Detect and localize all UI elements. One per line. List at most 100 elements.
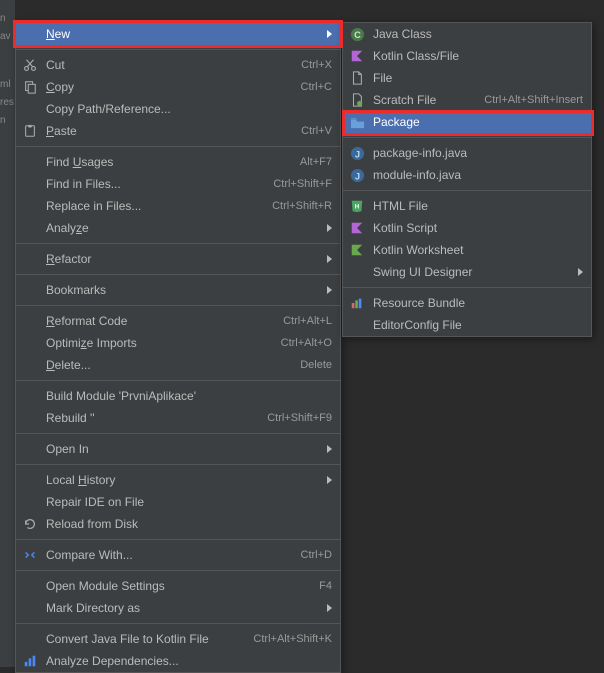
sub-swing[interactable]: Swing UI Designer bbox=[343, 261, 591, 283]
new-submenu: C Java Class Kotlin Class/FileFileScratch … bbox=[342, 22, 592, 337]
menu-reload[interactable]: Reload from Disk bbox=[16, 513, 340, 535]
menu-item-label: Build Module 'PrvniAplikace' bbox=[46, 389, 332, 403]
context-menu: New CutCtrl+XCopyCtrl+C Copy Path/Referenc… bbox=[15, 22, 341, 673]
menu-item-shortcut: Delete bbox=[300, 359, 332, 371]
sub-resource-bundle[interactable]: Resource Bundle bbox=[343, 292, 591, 314]
menu-repair-ide[interactable]: Repair IDE on File bbox=[16, 491, 340, 513]
menu-item-label: Refactor bbox=[46, 252, 321, 266]
menu-rebuild[interactable]: Rebuild ''Ctrl+Shift+F9 bbox=[16, 407, 340, 429]
copy-icon bbox=[22, 79, 38, 95]
menu-item-label: New bbox=[46, 27, 321, 41]
menu-open-in[interactable]: Open In bbox=[16, 438, 340, 460]
menu-mark-dir[interactable]: Mark Directory as bbox=[16, 597, 340, 619]
blank-icon bbox=[22, 26, 38, 42]
menu-item-label: Find Usages bbox=[46, 155, 300, 169]
scratch-icon bbox=[349, 92, 365, 108]
sub-java-class[interactable]: C Java Class bbox=[343, 23, 591, 45]
menu-compare[interactable]: Compare With...Ctrl+D bbox=[16, 544, 340, 566]
svg-text:H: H bbox=[355, 204, 359, 211]
menu-item-shortcut: Ctrl+Shift+F9 bbox=[267, 412, 332, 424]
menu-item-shortcut: Alt+F7 bbox=[300, 156, 332, 168]
blank-icon bbox=[22, 154, 38, 170]
menu-item-label: Convert Java File to Kotlin File bbox=[46, 632, 253, 646]
menu-item-shortcut: Ctrl+X bbox=[301, 59, 332, 71]
menu-replace-in-files[interactable]: Replace in Files...Ctrl+Shift+R bbox=[16, 195, 340, 217]
submenu-arrow-icon bbox=[327, 604, 332, 612]
menu-separator bbox=[16, 380, 340, 381]
blank-icon bbox=[349, 264, 365, 280]
menu-item-label: Local History bbox=[46, 473, 321, 487]
menu-item-label: Repair IDE on File bbox=[46, 495, 332, 509]
menu-item-label: Copy Path/Reference... bbox=[46, 102, 332, 116]
menu-optimize-imports[interactable]: Optimize ImportsCtrl+Alt+O bbox=[16, 332, 340, 354]
menu-item-label: EditorConfig File bbox=[373, 318, 583, 332]
sub-kotlin-script[interactable]: Kotlin Script bbox=[343, 217, 591, 239]
menu-analyze-deps[interactable]: Analyze Dependencies... bbox=[16, 650, 340, 672]
menu-separator bbox=[16, 539, 340, 540]
menu-separator bbox=[16, 146, 340, 147]
sub-html[interactable]: H HTML File bbox=[343, 195, 591, 217]
menu-item-label: Paste bbox=[46, 124, 301, 138]
menu-convert-kotlin[interactable]: Convert Java File to Kotlin FileCtrl+Alt… bbox=[16, 628, 340, 650]
blank-icon bbox=[22, 101, 38, 117]
kotlin-icon bbox=[349, 220, 365, 236]
sub-scratch[interactable]: Scratch FileCtrl+Alt+Shift+Insert bbox=[343, 89, 591, 111]
file-icon bbox=[349, 70, 365, 86]
sub-kotlin-class[interactable]: Kotlin Class/File bbox=[343, 45, 591, 67]
menu-refactor[interactable]: Refactor bbox=[16, 248, 340, 270]
menu-delete[interactable]: Delete...Delete bbox=[16, 354, 340, 376]
menu-separator bbox=[343, 137, 591, 138]
cut-icon bbox=[22, 57, 38, 73]
sub-module-info[interactable]: Jmodule-info.java bbox=[343, 164, 591, 186]
kotlin-icon bbox=[349, 48, 365, 64]
menu-copy-path[interactable]: Copy Path/Reference... bbox=[16, 98, 340, 120]
sub-package[interactable]: Package bbox=[343, 111, 591, 133]
menu-build-module[interactable]: Build Module 'PrvniAplikace' bbox=[16, 385, 340, 407]
java-class-icon: C bbox=[349, 26, 365, 42]
blank-icon bbox=[22, 176, 38, 192]
blank-icon bbox=[22, 313, 38, 329]
menu-item-label: Reload from Disk bbox=[46, 517, 332, 531]
menu-item-label: Copy bbox=[46, 80, 301, 94]
blank-icon bbox=[22, 220, 38, 236]
menu-reformat[interactable]: Reformat CodeCtrl+Alt+L bbox=[16, 310, 340, 332]
menu-item-label: HTML File bbox=[373, 199, 583, 213]
menu-find-usages[interactable]: Find UsagesAlt+F7 bbox=[16, 151, 340, 173]
menu-bookmarks[interactable]: Bookmarks bbox=[16, 279, 340, 301]
menu-item-label: Analyze bbox=[46, 221, 321, 235]
menu-new[interactable]: New bbox=[16, 23, 340, 45]
menu-item-shortcut: F4 bbox=[319, 580, 332, 592]
menu-copy[interactable]: CopyCtrl+C bbox=[16, 76, 340, 98]
menu-item-label: Analyze Dependencies... bbox=[46, 654, 332, 668]
menu-item-label: package-info.java bbox=[373, 146, 583, 160]
sub-package-info[interactable]: Jpackage-info.java bbox=[343, 142, 591, 164]
blank-icon bbox=[22, 335, 38, 351]
sub-kotlin-ws[interactable]: Kotlin Worksheet bbox=[343, 239, 591, 261]
kotlin-ws-icon bbox=[349, 242, 365, 258]
sub-file[interactable]: File bbox=[343, 67, 591, 89]
menu-local-history[interactable]: Local History bbox=[16, 469, 340, 491]
menu-item-label: Rebuild '' bbox=[46, 411, 267, 425]
menu-item-label: Delete... bbox=[46, 358, 300, 372]
menu-module-settings[interactable]: Open Module SettingsF4 bbox=[16, 575, 340, 597]
menu-item-shortcut: Ctrl+Shift+R bbox=[272, 200, 332, 212]
menu-separator bbox=[16, 570, 340, 571]
menu-separator bbox=[16, 243, 340, 244]
menu-analyze[interactable]: Analyze bbox=[16, 217, 340, 239]
menu-item-label: Swing UI Designer bbox=[373, 265, 572, 279]
blank-icon bbox=[22, 282, 38, 298]
submenu-arrow-icon bbox=[327, 286, 332, 294]
submenu-arrow-icon bbox=[578, 268, 583, 276]
menu-separator bbox=[16, 464, 340, 465]
menu-paste[interactable]: PasteCtrl+V bbox=[16, 120, 340, 142]
svg-text:J: J bbox=[354, 171, 359, 181]
menu-cut[interactable]: CutCtrl+X bbox=[16, 54, 340, 76]
paste-icon bbox=[22, 123, 38, 139]
project-sidebar-edge: n av ml res n bbox=[0, 0, 15, 667]
menu-separator bbox=[343, 190, 591, 191]
submenu-arrow-icon bbox=[327, 476, 332, 484]
menu-find-in-files[interactable]: Find in Files...Ctrl+Shift+F bbox=[16, 173, 340, 195]
sub-editorconfig[interactable]: EditorConfig File bbox=[343, 314, 591, 336]
submenu-arrow-icon bbox=[327, 445, 332, 453]
menu-item-label: Java Class bbox=[373, 27, 583, 41]
